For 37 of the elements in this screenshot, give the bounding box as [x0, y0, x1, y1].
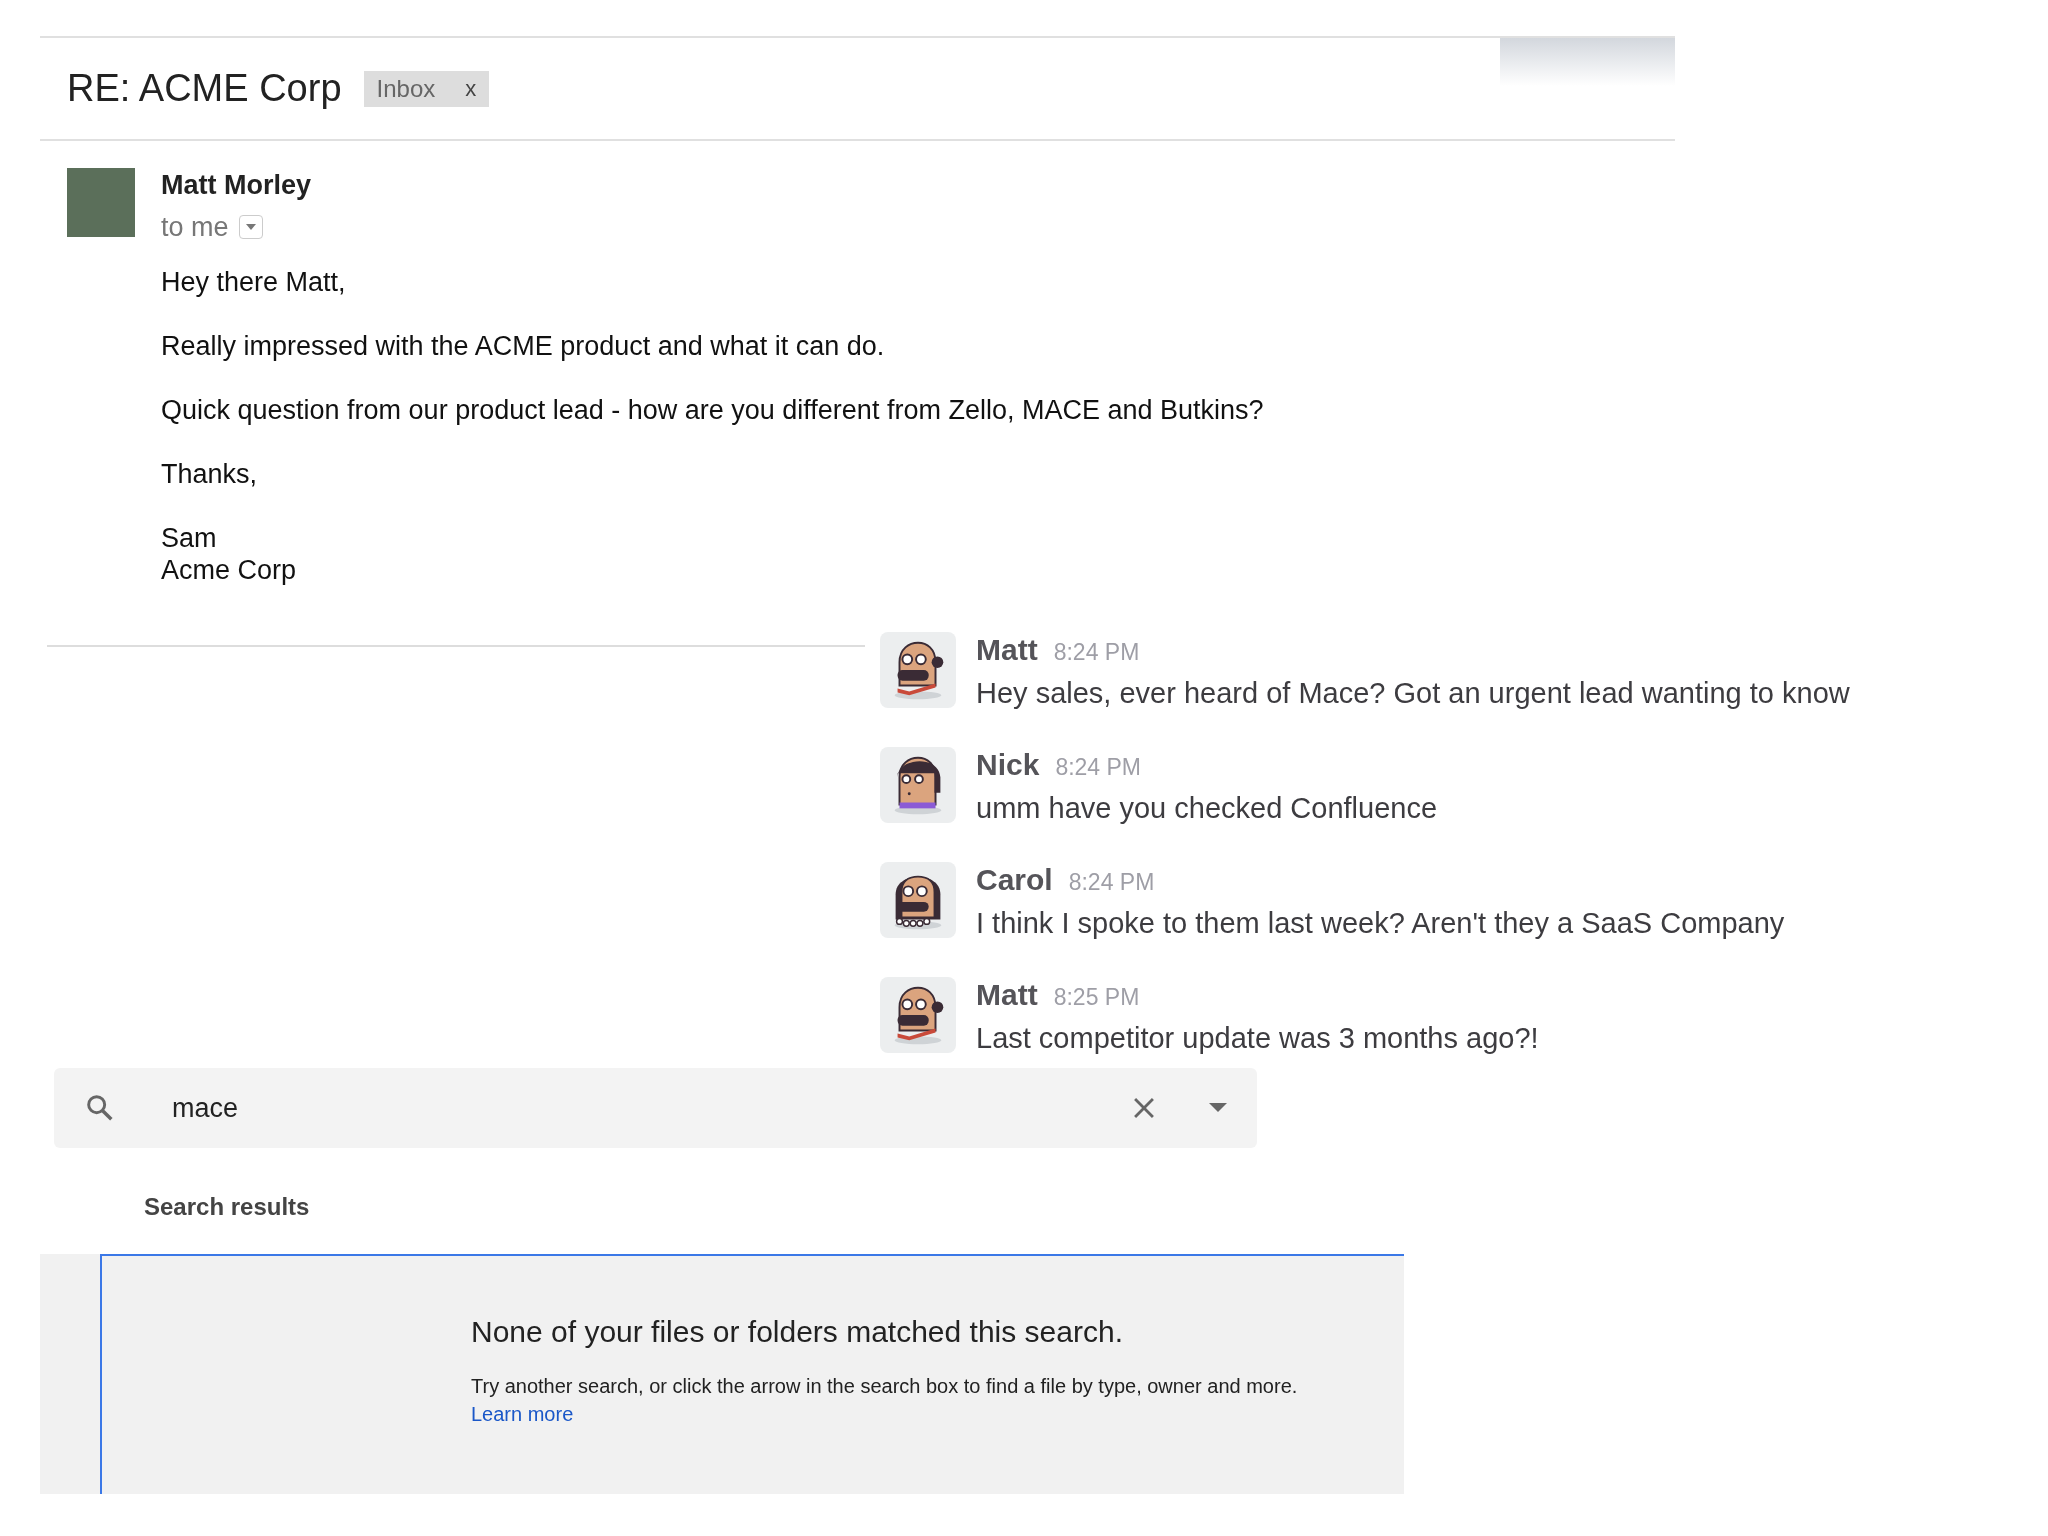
caret-icon	[244, 223, 257, 231]
message-time: 8:25 PM	[1053, 983, 1140, 1012]
body-text: Thanks,	[161, 458, 259, 490]
sender-name: Carol	[976, 862, 1053, 898]
sender-name: Matt Morley	[161, 169, 313, 202]
remove-label-button[interactable]: x	[465, 72, 477, 105]
cartoon-avatar-icon	[880, 977, 956, 1053]
body-text: Sam	[161, 522, 218, 554]
message-text: Hey sales, ever heard of Mace? Got an urgent lead wanting to know	[976, 676, 1850, 711]
cartoon-avatar-icon	[880, 747, 956, 823]
message-text: I think I spoke to them last week? Aren't they a SaaS Company	[976, 906, 1785, 941]
search-field[interactable]: mace	[54, 1068, 1257, 1148]
photo-placeholder	[67, 168, 135, 237]
sender-name: Nick	[976, 747, 1040, 783]
details-dropdown-button[interactable]	[238, 215, 263, 239]
results-heading: Search results	[144, 1192, 311, 1222]
body-text: Acme Corp	[161, 554, 298, 586]
empty-title: None of your files or folders matched this search.	[471, 1314, 1124, 1350]
caret-icon[interactable]	[1209, 1103, 1227, 1113]
cartoon-avatar-icon	[880, 862, 956, 938]
message-text: Last competitor update was 3 months ago?!	[976, 1021, 1539, 1056]
empty-hint: Try another search, or click the arrow in the search box to find a file by type, owner and more.	[471, 1374, 1299, 1399]
email-subject: RE: ACME Corp	[67, 66, 342, 111]
search-input[interactable]: mace	[172, 1087, 1127, 1129]
message-time: 8:24 PM	[1055, 753, 1142, 782]
message-time: 8:24 PM	[1068, 868, 1155, 897]
body-text: Quick question from our product lead - how are you different from Zello, MACE and Butkins?	[161, 394, 1264, 426]
learn-more-link[interactable]: Learn more	[471, 1403, 574, 1425]
message-time: 8:24 PM	[1053, 638, 1140, 667]
sender-name: Matt	[976, 977, 1038, 1013]
cartoon-avatar-icon	[880, 632, 956, 708]
recipient-text: to me	[161, 211, 229, 244]
body-text: Really impressed with the ACME product and what it can do.	[161, 330, 886, 362]
message-text: umm have you checked Confluence	[976, 791, 1438, 826]
body-text: Hey there Matt,	[161, 266, 347, 298]
label-text: Inbox	[376, 73, 436, 104]
sender-name: Matt	[976, 632, 1038, 668]
